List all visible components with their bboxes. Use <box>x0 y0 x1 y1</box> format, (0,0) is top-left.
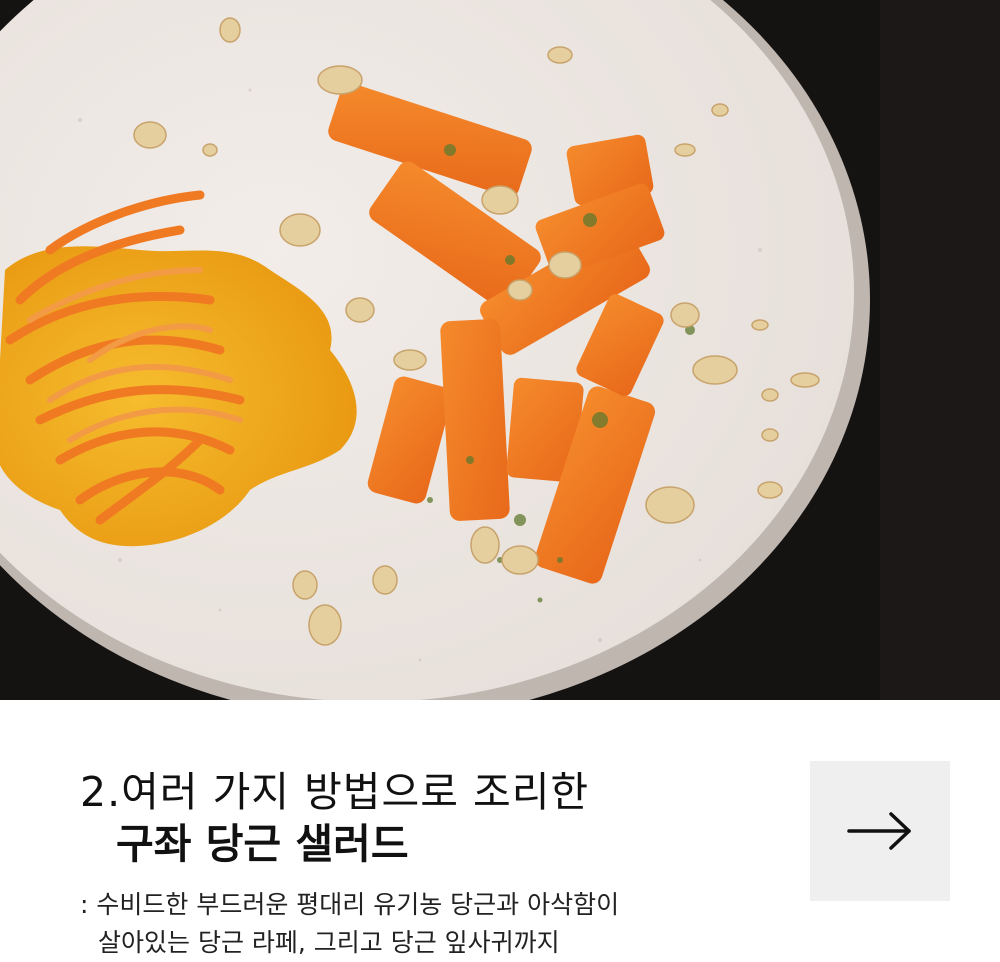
title-line-2: 구좌 당근 샐러드 <box>116 820 409 868</box>
description: : 수비드한 부드러운 평대리 유기농 당근과 아삭함이 살아있는 당근 라페,… <box>80 886 619 962</box>
next-button[interactable] <box>810 761 950 901</box>
arrow-right-icon <box>847 812 911 850</box>
description-line-2: 살아있는 당근 라페, 그리고 당근 잎사귀까지 <box>98 928 560 957</box>
caption-section: 2.여러 가지 방법으로 조리한 구좌 당근 샐러드 : 수비드한 부드러운 평… <box>0 700 1000 957</box>
description-line-1: : 수비드한 부드러운 평대리 유기농 당근과 아삭함이 <box>80 890 620 919</box>
food-photo <box>0 0 1000 700</box>
title-line-1: 2.여러 가지 방법으로 조리한 <box>80 768 590 816</box>
